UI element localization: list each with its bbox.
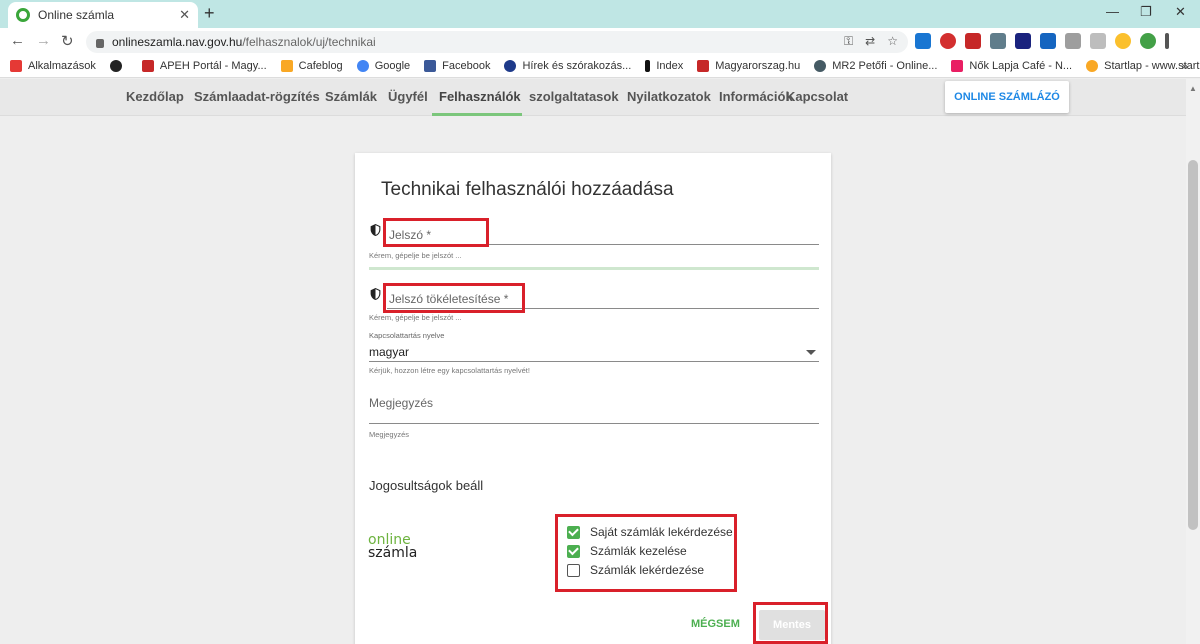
shield-icon <box>370 288 381 300</box>
chrome-profile-icon[interactable] <box>1140 33 1156 49</box>
extension-icon[interactable] <box>1040 33 1056 49</box>
noklapja-icon <box>951 59 964 72</box>
main-nav: Kezdőlap Számlaadat-rögzítés Számlák Ügy… <box>0 79 1186 116</box>
bookmark-star-icon[interactable]: ☆ <box>887 34 898 49</box>
bookmark-item[interactable]: Hírek és szórakozás... <box>504 59 631 72</box>
translate-icon[interactable]: ⇄ <box>865 34 875 49</box>
maximize-icon[interactable]: ❐ <box>1140 4 1152 20</box>
bookmark-item[interactable]: Google <box>356 59 410 72</box>
url-host: onlineszamla.nav.gov.hu <box>112 35 243 49</box>
bookmarks-overflow-icon[interactable]: » <box>1181 59 1188 73</box>
nav-item-szamlaadat[interactable]: Számlaadat-rögzítés <box>194 89 320 104</box>
browser-tab[interactable]: Online számla ✕ <box>8 2 198 28</box>
language-hint: Kérjük, hozzon létre egy kapcsolattartás… <box>369 366 530 375</box>
bookmark-item[interactable]: Magyarorszag.hu <box>697 59 800 72</box>
password-strength-bar <box>369 267 819 270</box>
nav-item-ugyfel[interactable]: Ügyfél <box>388 89 428 104</box>
extension-icon[interactable] <box>1015 33 1031 49</box>
bookmark-item[interactable]: Alkalmazások <box>10 59 96 72</box>
online-szamla-logo: online számla <box>368 532 418 561</box>
add-technical-user-form: Technikai felhasználói hozzáadása Jelszó… <box>355 153 831 644</box>
extension-icon[interactable] <box>1090 33 1106 49</box>
scroll-up-icon[interactable]: ▲ <box>1189 84 1197 93</box>
window-close-icon[interactable]: ✕ <box>1175 4 1186 20</box>
chevron-down-icon <box>806 350 816 355</box>
online-szamlazo-button[interactable]: ONLINE SZÁMLÁZÓ <box>945 81 1069 113</box>
permissions-title: Jogosultságok beáll <box>369 478 484 493</box>
lock-icon <box>96 38 104 48</box>
extension-icons <box>915 33 1169 49</box>
form-title: Technikai felhasználói hozzáadása <box>381 179 674 200</box>
new-tab-icon[interactable]: + <box>204 3 215 24</box>
bookmark-item[interactable]: Facebook <box>424 59 490 72</box>
language-value: magyar <box>369 345 410 359</box>
nav-item-informaciok[interactable]: Információk <box>719 89 793 104</box>
note-label: Megjegyzés <box>369 396 434 410</box>
nav-item-nyilatkozatok[interactable]: Nyilatkozatok <box>627 89 711 104</box>
nav-item-kapcsolat[interactable]: Kapcsolat <box>786 89 848 104</box>
scrollbar-thumb[interactable] <box>1188 160 1198 530</box>
site-favicon-icon <box>16 8 30 22</box>
note-underline <box>369 423 819 424</box>
password-confirm-hint: Kérem, gépelje be jelszót ... <box>369 313 462 322</box>
apps-grid-icon <box>10 59 22 72</box>
google-icon <box>356 59 369 72</box>
bookmark-item[interactable]: Index <box>645 59 683 72</box>
browser-tab-strip: Online számla ✕ + — ❐ ✕ <box>0 0 1200 28</box>
cancel-button[interactable]: MÉGSEM <box>691 618 740 630</box>
nav-item-szolgaltatasok[interactable]: szolgaltatasok <box>529 89 619 104</box>
cafeblog-icon <box>280 59 293 72</box>
apeh-icon <box>141 59 154 72</box>
note-field[interactable]: Megjegyzés <box>369 393 819 425</box>
language-underline <box>369 361 819 362</box>
password-hint: Kérem, gépelje be jelszót ... <box>369 251 462 260</box>
magyarorszag-icon <box>697 59 710 72</box>
bookmarks-bar: Alkalmazások APEH Portál - Magy... Cafeb… <box>0 54 1200 78</box>
bookmark-item[interactable]: Cafeblog <box>280 59 343 72</box>
tab-close-icon[interactable]: ✕ <box>179 7 190 23</box>
tab-title: Online számla <box>38 8 115 22</box>
minimize-icon[interactable]: — <box>1106 4 1119 19</box>
active-nav-indicator <box>432 113 522 116</box>
shield-icon <box>370 224 381 236</box>
shield-icon[interactable] <box>1065 33 1081 49</box>
highlight-box <box>555 514 737 592</box>
radio-icon <box>814 59 827 72</box>
bookmark-item[interactable]: Nők Lapja Café - N... <box>951 59 1072 72</box>
nav-item-felhasznalok[interactable]: Felhasználók <box>439 89 521 104</box>
nav-item-szamlak[interactable]: Számlák <box>325 89 377 104</box>
page-content: Kezdőlap Számlaadat-rögzítés Számlák Ügy… <box>0 79 1186 644</box>
startlap-icon <box>1086 59 1099 72</box>
highlight-box <box>753 602 828 644</box>
news-icon <box>504 59 517 72</box>
reload-icon[interactable]: ↻ <box>61 32 74 50</box>
gmail-icon[interactable] <box>965 33 981 49</box>
highlight-box <box>383 218 489 247</box>
facebook-icon <box>424 59 437 72</box>
address-bar[interactable]: onlineszamla.nav.gov.hu/felhasznalok/uj/… <box>86 31 908 53</box>
bookmark-item[interactable]: APEH Portál - Magy... <box>141 59 267 72</box>
nav-item-kezdolap[interactable]: Kezdőlap <box>126 89 184 104</box>
extension-icon[interactable] <box>915 33 931 49</box>
key-icon[interactable]: ⚿ <box>844 34 853 49</box>
note-hint: Megjegyzés <box>369 430 410 439</box>
opera-icon[interactable] <box>940 33 956 49</box>
menu-dots-icon[interactable] <box>1165 33 1169 49</box>
extension-icon[interactable] <box>990 33 1006 49</box>
highlight-box <box>383 283 525 313</box>
back-icon[interactable]: ← <box>10 32 25 49</box>
forward-icon[interactable]: → <box>36 32 51 49</box>
globe-icon <box>109 59 122 72</box>
language-label: Kapcsolattartás nyelve <box>369 331 445 340</box>
extension-icon[interactable] <box>1115 33 1131 49</box>
index-icon <box>645 59 651 72</box>
language-select[interactable]: magyar <box>369 341 819 362</box>
bookmark-item[interactable] <box>109 59 128 72</box>
bookmark-item[interactable]: MR2 Petőfi - Online... <box>814 59 937 72</box>
url-path: /felhasznalok/uj/technikai <box>242 35 376 49</box>
